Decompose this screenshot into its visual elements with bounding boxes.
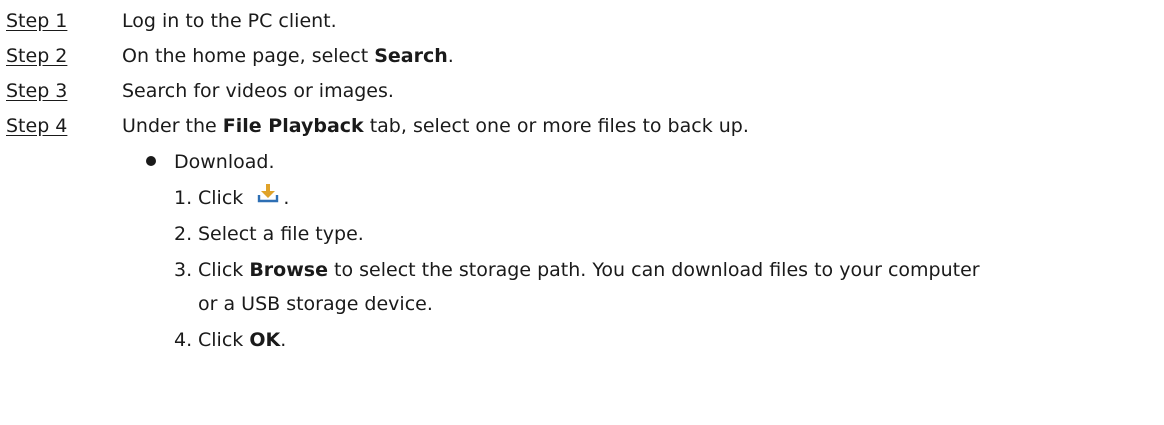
substep-1: 1. Click . (174, 183, 289, 213)
substep-text: to select the storage path. You can down… (327, 259, 980, 281)
step-text-part: . (447, 45, 454, 67)
download-icon[interactable] (257, 182, 279, 212)
step-bold-term: Search (374, 45, 448, 67)
substep-3-continuation: or a USB storage device. (198, 289, 433, 319)
substep-bold-term: OK (249, 329, 281, 351)
step-text-part: tab, select one or more files to back up… (363, 115, 749, 137)
step-label: Step 2 (6, 45, 68, 67)
substep-text: or a USB storage device. (198, 293, 433, 315)
bullet-item-download: Download. (146, 147, 274, 177)
substep-text: . (280, 329, 287, 351)
step-text-part: On the home page, select (122, 45, 375, 67)
step-label: Step 4 (6, 115, 68, 137)
substep-text: Click (198, 329, 250, 351)
substep-text: . (283, 187, 290, 209)
substep-text: Select a file type. (198, 223, 364, 245)
substep-number: 1. (174, 187, 193, 209)
step-text-part: Under the (122, 115, 223, 137)
bullet-text: Download. (174, 151, 275, 173)
document-page: Step 1 Log in to the PC client. Step 2 O… (0, 0, 1164, 425)
substep-number: 3. (174, 259, 193, 281)
substep-number: 2. (174, 223, 193, 245)
step-label: Step 1 (6, 10, 68, 32)
substep-text: Click (198, 187, 250, 209)
step-text: Log in to the PC client. (122, 6, 337, 36)
substep-bold-term: Browse (249, 259, 328, 281)
step-text: Search for videos or images. (122, 76, 394, 106)
step-bold-term: File Playback (222, 115, 364, 137)
step-text-part: Search for videos or images. (122, 80, 394, 102)
bullet-dot (146, 155, 156, 166)
substep-text: Click (198, 259, 250, 281)
step-text: On the home page, select Search. (122, 41, 454, 71)
substep-number: 4. (174, 329, 193, 351)
substep-2: 2. Select a file type. (174, 219, 364, 249)
step-text: Under the File Playback tab, select one … (122, 111, 749, 141)
substep-4: 4. Click OK. (174, 325, 286, 355)
substep-3: 3. Click Browse to select the storage pat… (174, 255, 980, 285)
step-text-part: Log in to the PC client. (122, 10, 337, 32)
step-label: Step 3 (6, 80, 68, 102)
